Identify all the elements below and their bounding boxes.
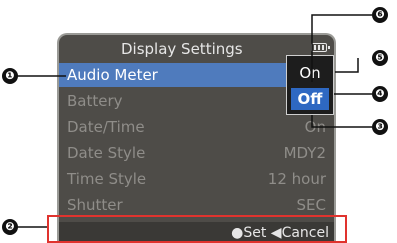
callout-5-icon: ❺: [372, 50, 388, 66]
callout-lines: [17, 14, 372, 228]
callout-1-icon: ❶: [2, 68, 18, 84]
callout-3-icon: ❸: [372, 119, 388, 135]
callout-4-icon: ❹: [372, 86, 388, 102]
callout-2-icon: ❷: [2, 219, 18, 235]
callout-6-icon: ❻: [372, 7, 388, 23]
